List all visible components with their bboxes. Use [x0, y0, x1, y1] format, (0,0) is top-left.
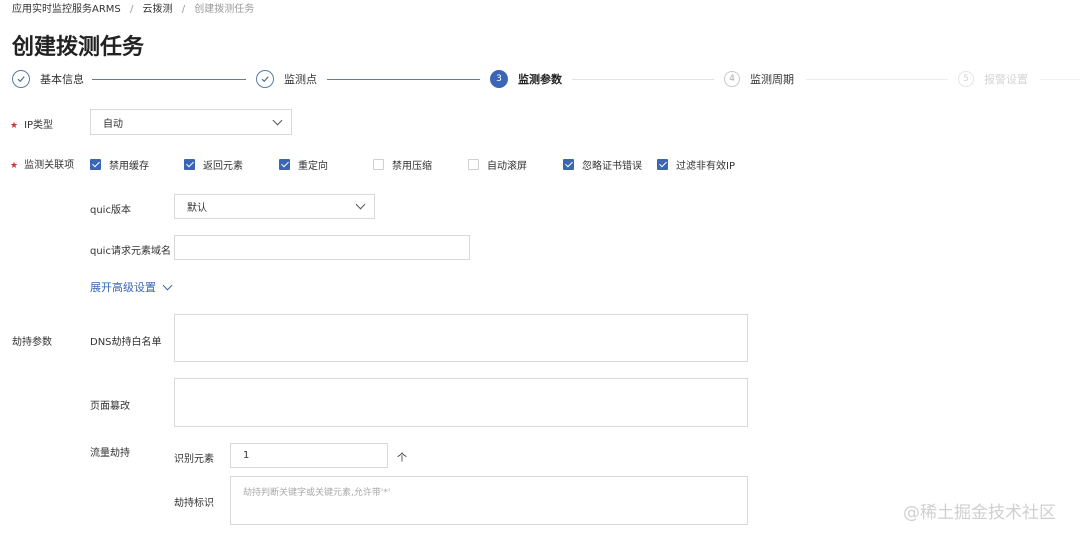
checkbox-box[interactable]	[563, 159, 574, 170]
checkbox-box[interactable]	[184, 159, 195, 170]
page-title: 创建拨测任务	[12, 35, 145, 60]
hijack-mark-textarea[interactable]: 劫持判断关键字或关键元素,允许带'*'	[230, 476, 748, 525]
quic-domain-label: quic请求元素域名	[90, 246, 171, 257]
step-basic-info[interactable]: 基本信息	[12, 70, 84, 88]
quic-version-value: 默认	[187, 203, 207, 214]
quic-version-label: quic版本	[90, 205, 131, 216]
step-label: 报警设置	[984, 73, 1028, 86]
ip-type-select[interactable]: 自动	[90, 109, 292, 135]
step-monitor-params[interactable]: 3 监测参数	[490, 70, 562, 88]
identify-elements-input[interactable]: 1	[230, 443, 388, 468]
hijack-mark-label: 劫持标识	[174, 498, 214, 509]
chevron-down-icon	[162, 280, 173, 290]
dns-whitelist-textarea[interactable]	[174, 314, 748, 362]
page-tamper-textarea[interactable]	[174, 378, 748, 427]
step-number: 4	[724, 71, 740, 87]
breadcrumb-item-dialtest[interactable]: 云拨测	[143, 4, 173, 15]
step-monitor-period[interactable]: 4 监测周期	[724, 71, 794, 87]
step-label: 基本信息	[40, 73, 84, 86]
check-icon	[256, 70, 274, 88]
monitor-options-label: ★ 监测关联项	[10, 160, 75, 171]
page-tamper-label: 页面篡改	[90, 401, 130, 412]
quic-version-select[interactable]: 默认	[174, 194, 375, 219]
identify-elements-label: 识别元素	[174, 454, 214, 465]
breadcrumb-separator: /	[181, 4, 186, 15]
check-icon	[12, 70, 30, 88]
checkbox-box[interactable]	[373, 159, 384, 170]
step-connector	[572, 79, 714, 80]
step-label: 监测参数	[518, 73, 562, 86]
checkbox-box[interactable]	[468, 159, 479, 170]
chevron-down-icon	[272, 115, 283, 125]
expand-advanced-settings-link[interactable]: 展开高级设置	[90, 279, 173, 295]
checkbox-ignore-cert-errors[interactable]: 忽略证书错误	[563, 157, 642, 172]
step-connector	[806, 79, 948, 80]
step-number: 3	[490, 70, 508, 88]
ip-type-label: ★ IP类型	[10, 120, 54, 131]
checkbox-redirect[interactable]: 重定向	[279, 157, 328, 172]
identify-elements-unit: 个	[397, 453, 407, 464]
step-monitor-points[interactable]: 监测点	[256, 70, 317, 88]
checkbox-disable-cache[interactable]: 禁用缓存	[90, 157, 149, 172]
step-label: 监测点	[284, 73, 317, 86]
breadcrumb: 应用实时监控服务ARMS / 云拨测 / 创建拨测任务	[12, 0, 254, 15]
checkbox-return-elements[interactable]: 返回元素	[184, 157, 243, 172]
required-mark: ★	[10, 121, 19, 131]
breadcrumb-item-arms[interactable]: 应用实时监控服务ARMS	[12, 4, 121, 15]
step-alert-settings[interactable]: 5 报警设置	[958, 71, 1028, 87]
breadcrumb-item-current: 创建拨测任务	[194, 4, 255, 15]
traffic-hijack-label: 流量劫持	[90, 448, 130, 459]
step-label: 监测周期	[750, 73, 794, 86]
checkbox-disable-compression[interactable]: 禁用压缩	[373, 157, 432, 172]
step-connector	[327, 79, 480, 80]
step-connector	[92, 79, 246, 80]
checkbox-filter-invalid-ip[interactable]: 过滤非有效IP	[657, 157, 735, 172]
step-number: 5	[958, 71, 974, 87]
dns-whitelist-label: DNS劫持白名单	[90, 337, 162, 348]
checkbox-box[interactable]	[657, 159, 668, 170]
ip-type-value: 自动	[103, 118, 123, 130]
checkbox-auto-scroll[interactable]: 自动滚屏	[468, 157, 527, 172]
quic-domain-input[interactable]	[174, 235, 470, 260]
watermark: @稀土掘金技术社区	[903, 503, 1056, 523]
required-mark: ★	[10, 161, 19, 171]
step-connector	[1040, 79, 1080, 80]
chevron-down-icon	[355, 199, 366, 210]
hijack-params-label: 劫持参数	[12, 337, 52, 348]
breadcrumb-separator: /	[129, 4, 134, 15]
checkbox-box[interactable]	[279, 159, 290, 170]
checkbox-box[interactable]	[90, 159, 101, 170]
